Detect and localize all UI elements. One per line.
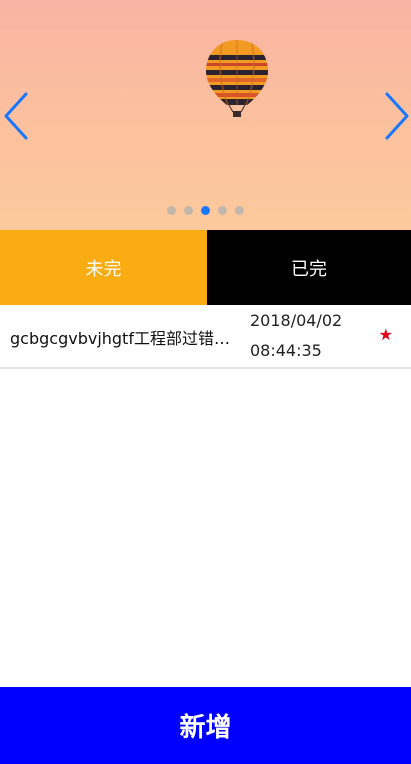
- task-list: gcbgcgvbvjhgtf工程部过错过错反反复复 2018/04/02 08:…: [0, 305, 411, 369]
- hot-air-balloon-image: [206, 40, 268, 117]
- add-button[interactable]: 新增: [0, 687, 411, 764]
- task-time: 08:44:35: [250, 341, 322, 360]
- tab-done[interactable]: 已完: [207, 230, 411, 305]
- image-carousel[interactable]: [0, 0, 411, 230]
- chevron-right-icon[interactable]: [383, 92, 411, 140]
- task-title: gcbgcgvbvjhgtf工程部过错过错反反复复: [10, 329, 235, 348]
- task-date: 2018/04/02: [250, 311, 343, 330]
- list-item[interactable]: gcbgcgvbvjhgtf工程部过错过错反反复复 2018/04/02 08:…: [0, 305, 411, 369]
- status-tabs: 未完 已完: [0, 230, 411, 305]
- star-icon[interactable]: ★: [379, 327, 393, 343]
- carousel-dot[interactable]: [184, 206, 193, 215]
- carousel-dot-active[interactable]: [201, 206, 210, 215]
- carousel-pagination: [0, 206, 411, 215]
- carousel-dot[interactable]: [235, 206, 244, 215]
- app-screen: 未完 已完 gcbgcgvbvjhgtf工程部过错过错反反复复 2018/04/…: [0, 0, 411, 764]
- carousel-dot[interactable]: [167, 206, 176, 215]
- carousel-dot[interactable]: [218, 206, 227, 215]
- tab-pending[interactable]: 未完: [0, 230, 207, 305]
- chevron-left-icon[interactable]: [2, 92, 30, 140]
